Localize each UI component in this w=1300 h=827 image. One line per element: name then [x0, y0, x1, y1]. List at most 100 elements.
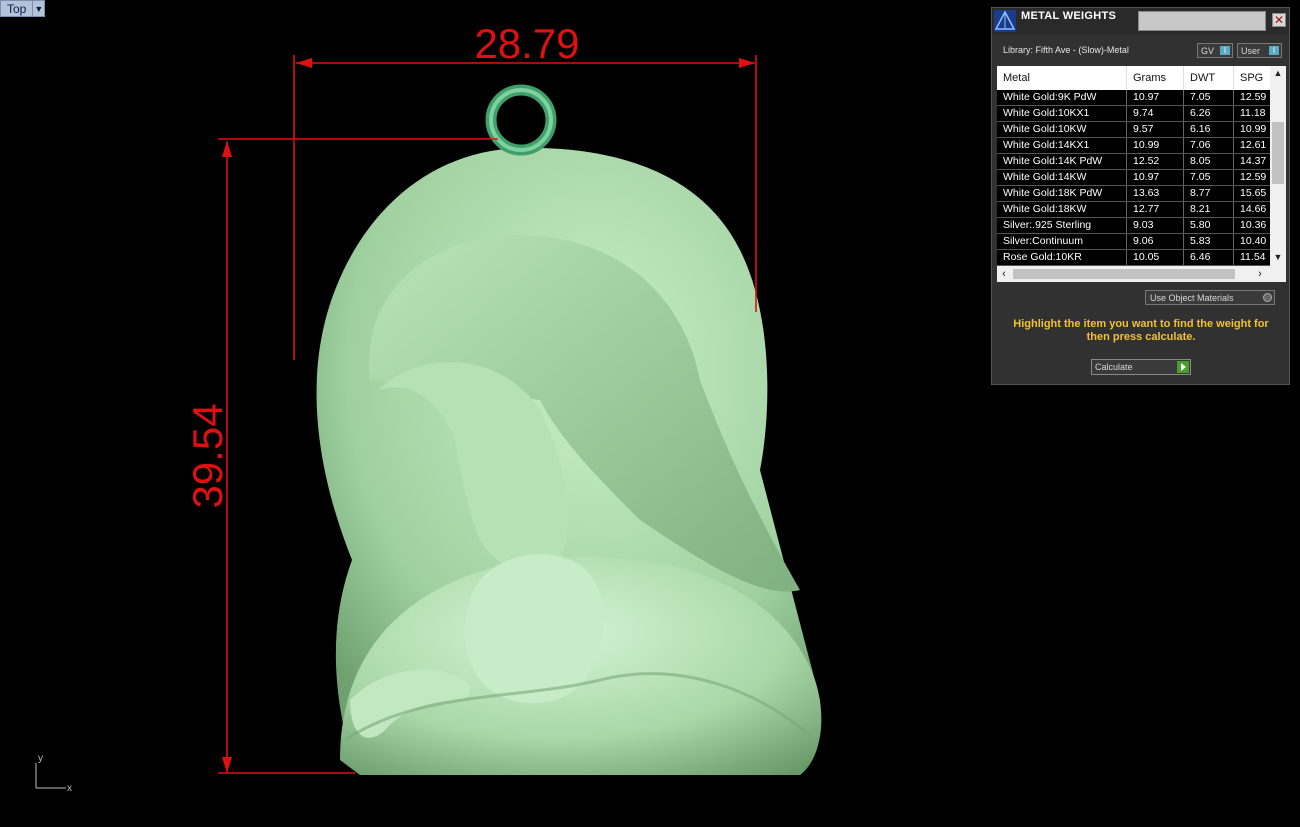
table-row[interactable]: Silver:.925 Sterling 9.03 5.80 10.36 [997, 218, 1270, 234]
table-body: White Gold:9K PdW 10.97 7.05 12.59 White Gol… [997, 90, 1270, 266]
vertical-scroll-thumb[interactable] [1272, 122, 1284, 184]
cell-grams: 9.74 [1127, 106, 1184, 121]
cell-dwt: 7.06 [1184, 138, 1234, 153]
pendant-model [316, 84, 822, 776]
cell-metal: Rose Gold:10KR [997, 250, 1127, 265]
cell-dwt: 7.05 [1184, 170, 1234, 185]
cell-grams: 9.03 [1127, 218, 1184, 233]
user-toggle-label: User [1241, 46, 1261, 56]
scroll-right-icon[interactable]: › [1253, 266, 1267, 282]
table-row[interactable]: White Gold:18K PdW 13.63 8.77 15.65 [997, 186, 1270, 202]
panel-title: METAL WEIGHTS [1021, 10, 1117, 22]
cell-spg: 12.59 [1240, 91, 1267, 103]
cell-dwt: 7.05 [1184, 90, 1234, 105]
dim-width-value: 28.79 [474, 20, 579, 67]
table-row[interactable]: White Gold:9K PdW 10.97 7.05 12.59 [997, 90, 1270, 106]
cell-dwt: 8.21 [1184, 202, 1234, 217]
cell-metal: White Gold:18K PdW [997, 186, 1127, 201]
cell-spg: 10.99 [1240, 123, 1267, 135]
cell-spg: 10.36 [1240, 219, 1267, 231]
cell-dwt: 6.16 [1184, 122, 1234, 137]
gv-toggle-indicator: I [1220, 46, 1230, 55]
table-row[interactable]: White Gold:14K PdW 12.52 8.05 14.37 [997, 154, 1270, 170]
cell-metal: White Gold:14K PdW [997, 154, 1127, 169]
cell-metal: White Gold:14KW [997, 170, 1127, 185]
cell-grams: 10.97 [1127, 90, 1184, 105]
dim-height-arrow-top [222, 141, 232, 157]
cell-metal: White Gold:14KX1 [997, 138, 1127, 153]
close-icon[interactable]: ✕ [1272, 13, 1286, 27]
table-row[interactable]: White Gold:14KW 10.97 7.05 12.59 [997, 170, 1270, 186]
cell-dwt: 6.26 [1184, 106, 1234, 121]
column-header-metal[interactable]: Metal [997, 66, 1127, 90]
use-object-materials-toggle[interactable]: Use Object Materials [1145, 290, 1275, 305]
cell-grams: 12.52 [1127, 154, 1184, 169]
cell-grams: 10.05 [1127, 250, 1184, 265]
axis-y-label: y [38, 753, 43, 764]
cell-metal: White Gold:9K PdW [997, 90, 1127, 105]
table-row[interactable]: Rose Gold:10KR 10.05 6.46 11.54 [997, 250, 1270, 266]
cell-grams: 12.77 [1127, 202, 1184, 217]
cell-metal: Silver:.925 Sterling [997, 218, 1127, 233]
instructions-text: Highlight the item you want to find the … [1013, 318, 1269, 343]
cell-spg: 15.65 [1240, 187, 1267, 199]
horizontal-scrollbar[interactable]: ‹ › [997, 266, 1270, 282]
cell-spg: 14.37 [1240, 155, 1267, 167]
dim-height-value: 39.54 [184, 403, 231, 508]
table-row[interactable]: White Gold:14KX1 10.99 7.06 12.61 [997, 138, 1270, 154]
user-toggle-indicator: I [1269, 46, 1279, 55]
user-toggle[interactable]: User I [1237, 43, 1282, 58]
calculate-label: Calculate [1095, 362, 1133, 372]
cell-metal: White Gold:10KW [997, 122, 1127, 137]
axis-x-label: x [67, 783, 72, 794]
horizontal-scroll-thumb[interactable] [1013, 269, 1235, 279]
gv-toggle[interactable]: GV I [1197, 43, 1233, 58]
cell-spg: 11.18 [1240, 107, 1266, 119]
cell-dwt: 8.77 [1184, 186, 1234, 201]
table-row[interactable]: White Gold:10KX1 9.74 6.26 11.18 [997, 106, 1270, 122]
child-head [464, 553, 604, 704]
app-logo-icon [994, 10, 1016, 32]
scroll-up-icon[interactable]: ▲ [1270, 66, 1286, 80]
gv-toggle-label: GV [1201, 46, 1215, 56]
scroll-left-icon[interactable]: ‹ [997, 266, 1011, 282]
scroll-corner [1270, 266, 1286, 282]
use-object-materials-label: Use Object Materials [1150, 293, 1234, 303]
cell-dwt: 5.80 [1184, 218, 1234, 233]
table-row[interactable]: Silver:Continuum 9.06 5.83 10.40 [997, 234, 1270, 250]
table-header: Metal Grams DWT SPG [997, 66, 1270, 90]
cell-grams: 13.63 [1127, 186, 1184, 201]
calculate-button[interactable]: Calculate [1091, 359, 1191, 375]
column-header-grams[interactable]: Grams [1127, 66, 1184, 90]
cell-spg: 14.66 [1240, 203, 1267, 215]
cell-grams: 9.57 [1127, 122, 1184, 137]
cell-spg: 11.54 [1240, 251, 1266, 263]
column-header-spg[interactable]: SPG [1234, 66, 1270, 90]
panel-title-bar[interactable]: METAL WEIGHTS ✕ [992, 8, 1289, 34]
cell-grams: 10.99 [1127, 138, 1184, 153]
dim-width-arrow-left [296, 58, 312, 68]
cell-metal: White Gold:18KW [997, 202, 1127, 217]
cell-metal: White Gold:10KX1 [997, 106, 1127, 121]
table-row[interactable]: White Gold:10KW 9.57 6.16 10.99 [997, 122, 1270, 138]
library-label: Library: Fifth Ave - (Slow)-Metal [1003, 45, 1129, 55]
metal-table: Metal Grams DWT SPG White Gold:9K PdW 10.… [997, 66, 1286, 282]
play-icon [1177, 361, 1189, 373]
cell-dwt: 8.05 [1184, 154, 1234, 169]
axis-indicator [35, 763, 66, 789]
table-row[interactable]: White Gold:18KW 12.77 8.21 14.66 [997, 202, 1270, 218]
vertical-scrollbar[interactable]: ▲ ▼ [1270, 66, 1286, 266]
cell-dwt: 5.83 [1184, 234, 1234, 249]
cell-grams: 9.06 [1127, 234, 1184, 249]
cell-metal: Silver:Continuum [997, 234, 1127, 249]
radio-icon [1263, 293, 1272, 302]
dim-height-arrow-bottom [222, 757, 232, 773]
cell-spg: 12.61 [1240, 139, 1267, 151]
cell-spg: 12.59 [1240, 171, 1267, 183]
scroll-down-icon[interactable]: ▼ [1270, 250, 1286, 264]
column-header-dwt[interactable]: DWT [1184, 66, 1234, 90]
metal-weights-panel: METAL WEIGHTS ✕ Library: Fifth Ave - (Sl… [991, 7, 1290, 385]
dim-width-arrow-right [739, 58, 755, 68]
cell-spg: 10.40 [1240, 235, 1267, 247]
cell-grams: 10.97 [1127, 170, 1184, 185]
